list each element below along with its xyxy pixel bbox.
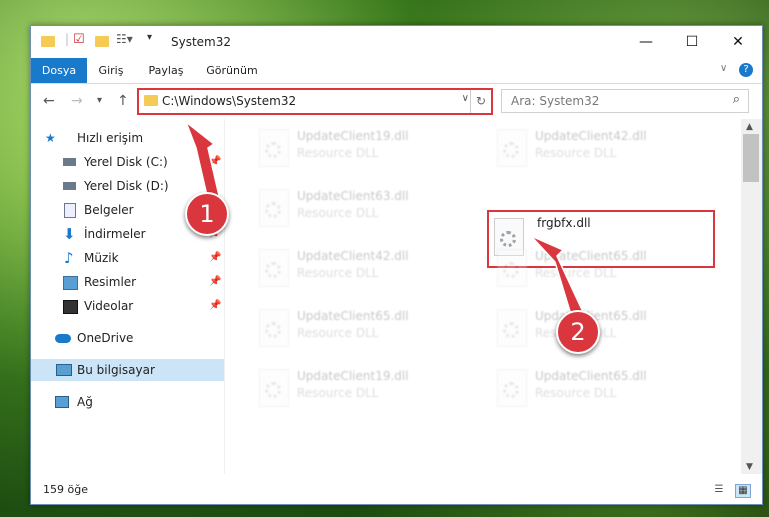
annotation-step-1: 1 xyxy=(185,192,229,236)
arrow-to-file xyxy=(530,235,586,319)
arrow-to-address-bar xyxy=(184,119,221,201)
annotation-arrows xyxy=(184,119,586,319)
annotation-step-2: 2 xyxy=(556,310,600,354)
